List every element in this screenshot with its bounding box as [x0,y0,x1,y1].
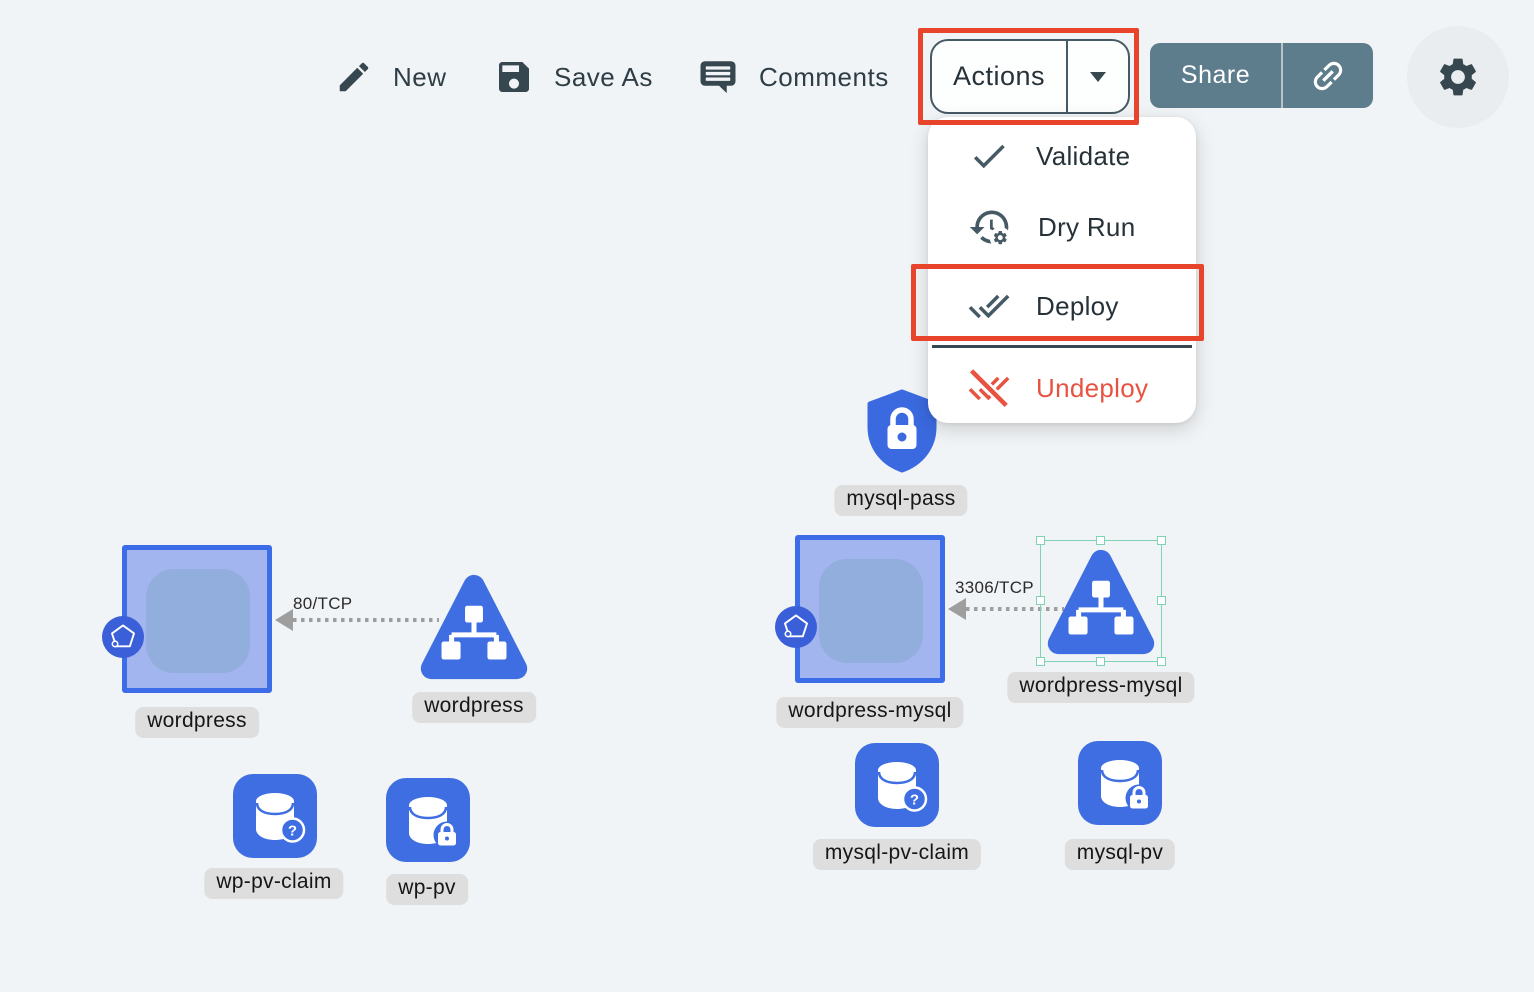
svg-text:?: ? [910,792,919,809]
share-button[interactable]: Share [1150,43,1373,108]
edge-label-3306-tcp: 3306/TCP [955,578,1034,598]
node-label-wordpress-mysql-deployment: wordpress-mysql [776,697,963,728]
node-pv-mysql-pv[interactable] [1078,741,1162,825]
edge-arrowhead [948,598,966,620]
svg-text:?: ? [288,823,297,840]
selection-handle[interactable] [1096,536,1105,545]
menu-item-undeploy[interactable]: Undeploy [968,367,1148,409]
node-label-wordpress-mysql-service: wordpress-mysql [1007,672,1194,703]
comments-icon [697,56,739,98]
node-label-mysql-pv-claim: mysql-pv-claim [813,839,981,870]
save-icon [494,57,534,97]
node-pvc-mysql-pv-claim[interactable]: ? [855,743,939,827]
service-icon [1045,546,1157,658]
selection-handle[interactable] [1157,536,1166,545]
selection-handle[interactable] [1036,657,1045,666]
node-deployment-wordpress[interactable] [122,545,272,693]
comments-button-label: Comments [759,62,889,93]
node-label-wordpress-deployment: wordpress [135,707,259,738]
node-label-wp-pv-claim: wp-pv-claim [204,868,343,899]
node-pvc-wp-pv-claim[interactable]: ? [233,774,317,858]
node-service-wordpress-mysql[interactable] [1045,546,1157,663]
new-button-label: New [393,62,447,93]
service-icon [418,570,530,684]
menu-divider [932,345,1192,348]
pod-icon [775,606,817,648]
pv-icon [1078,741,1162,825]
menu-item-validate[interactable]: Validate [968,135,1130,177]
node-pv-wp-pv[interactable] [386,778,470,862]
pencil-icon [335,58,373,96]
share-link-button[interactable] [1283,43,1373,108]
menu-item-dry-run[interactable]: Dry Run [968,205,1135,249]
new-button[interactable]: New [335,55,447,99]
selection-handle[interactable] [1036,596,1045,605]
edge-arrowhead [275,609,293,631]
link-icon [1308,56,1348,96]
pvc-icon: ? [233,774,317,858]
share-button-label[interactable]: Share [1150,43,1281,108]
edge-label-80-tcp: 80/TCP [293,594,352,614]
pod-icon [102,616,144,658]
comments-button[interactable]: Comments [697,55,889,99]
menu-item-dry-run-label: Dry Run [1038,212,1135,243]
selection-handle[interactable] [1036,536,1045,545]
deployment-body [819,559,923,663]
annotation-box-deploy [911,264,1204,341]
node-deployment-wordpress-mysql[interactable] [795,535,945,683]
node-label-wp-pv: wp-pv [386,874,468,905]
designer-canvas: New Save As Comments Actions Share [0,0,1534,992]
node-label-mysql-pass: mysql-pass [834,485,967,516]
dry-run-icon [968,205,1012,249]
save-as-button-label: Save As [554,62,653,93]
settings-button[interactable] [1407,26,1509,128]
check-icon [968,135,1010,177]
save-as-button[interactable]: Save As [494,55,653,99]
deployment-body [146,569,250,673]
node-label-mysql-pv: mysql-pv [1065,839,1175,870]
remove-done-icon [968,367,1010,409]
menu-item-validate-label: Validate [1036,141,1130,172]
menu-item-undeploy-label: Undeploy [1036,373,1148,404]
pv-icon [386,778,470,862]
pvc-icon: ? [855,743,939,827]
node-service-wordpress[interactable] [418,570,530,689]
gear-icon [1435,54,1481,100]
selection-handle[interactable] [1157,657,1166,666]
annotation-box-actions [918,28,1139,125]
selection-handle[interactable] [1157,596,1166,605]
node-label-wordpress-service: wordpress [412,692,536,723]
